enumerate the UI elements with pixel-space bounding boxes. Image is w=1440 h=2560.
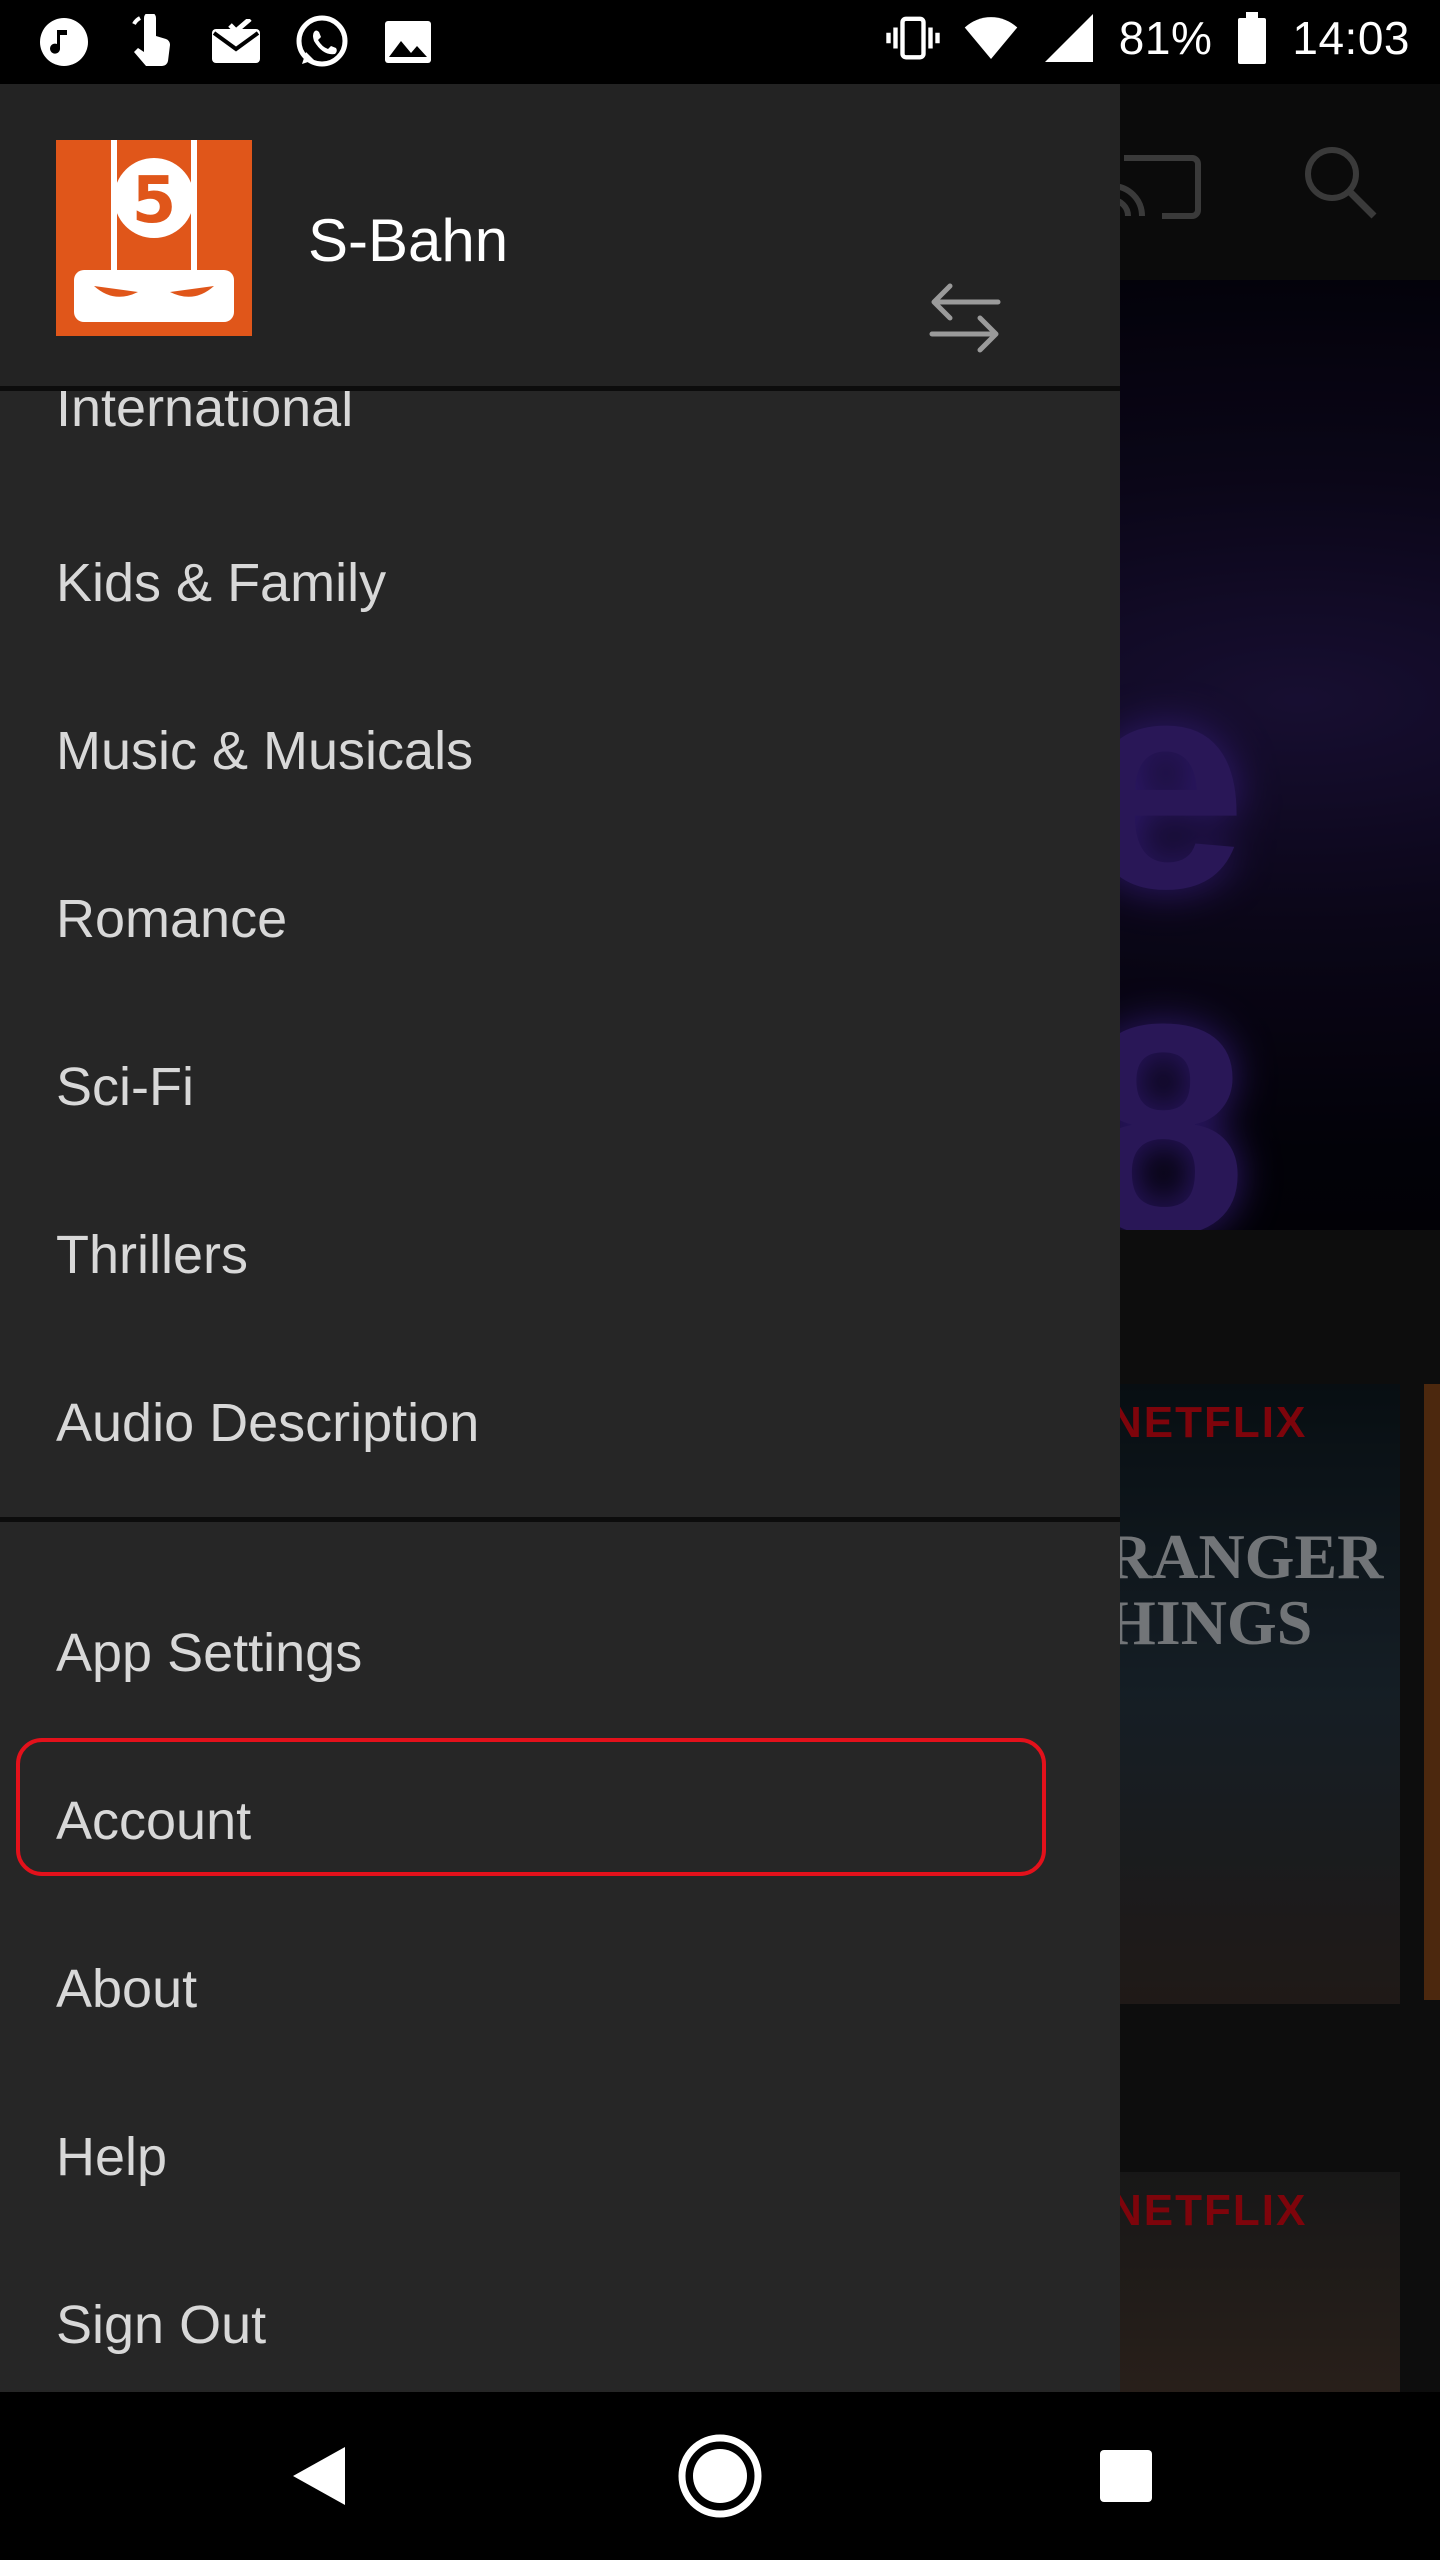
- menu-item-label: Sci-Fi: [56, 1057, 194, 1117]
- menu-item-thrillers[interactable]: Thrillers: [0, 1171, 1120, 1339]
- mail-check-icon: [208, 14, 264, 70]
- menu-item-app-settings[interactable]: App Settings: [0, 1569, 1120, 1737]
- menu-divider: [0, 1517, 1120, 1522]
- switch-profile-icon[interactable]: [920, 274, 1010, 364]
- home-icon[interactable]: [670, 2426, 770, 2526]
- menu-item-label: Sign Out: [56, 2295, 267, 2355]
- clock: 14:03: [1292, 12, 1410, 64]
- menu-item-label: App Settings: [56, 1623, 363, 1683]
- menu-item-romance[interactable]: Romance: [0, 835, 1120, 1003]
- menu-item-sci-fi[interactable]: Sci-Fi: [0, 1003, 1120, 1171]
- vibrate-icon: [885, 10, 941, 66]
- image-icon: [380, 14, 436, 70]
- notification-icons: [36, 14, 436, 70]
- signal-icon: [1041, 10, 1097, 66]
- music-icon: [36, 14, 92, 70]
- screen: 81% 14:03 e 8 NETFLIX RANGER HINGS NETFL…: [0, 0, 1440, 2560]
- battery-icon: [1234, 10, 1270, 66]
- battery-percent: 81%: [1118, 12, 1213, 64]
- drawer-header: 5 S-Bahn: [0, 84, 1120, 391]
- system-icons: 81% 14:03: [885, 10, 1410, 66]
- menu-item-kids-family[interactable]: Kids & Family: [0, 499, 1120, 667]
- account-highlight-outline: [16, 1738, 1046, 1876]
- system-navigation-bar: [0, 2392, 1440, 2560]
- status-bar: 81% 14:03: [0, 0, 1440, 84]
- wifi-icon: [963, 10, 1019, 66]
- profile-avatar[interactable]: 5: [56, 140, 252, 336]
- menu-item-label: Audio Description: [56, 1393, 480, 1453]
- profile-name[interactable]: S-Bahn: [308, 206, 508, 275]
- recents-icon[interactable]: [1076, 2426, 1176, 2526]
- menu-item-label: Thrillers: [56, 1225, 249, 1285]
- svg-text:5: 5: [132, 164, 177, 238]
- touch-icon: [122, 14, 178, 70]
- menu-item-music-musicals[interactable]: Music & Musicals: [0, 667, 1120, 835]
- menu-item-audio-description[interactable]: Audio Description: [0, 1339, 1120, 1507]
- back-icon[interactable]: [268, 2426, 368, 2526]
- menu-item-label: Romance: [56, 889, 288, 949]
- menu-item-about[interactable]: About: [0, 1905, 1120, 2073]
- menu-item-label: Kids & Family: [56, 553, 387, 613]
- menu-item-label: About: [56, 1959, 198, 2019]
- whatsapp-icon: [294, 14, 350, 70]
- menu-item-label: Music & Musicals: [56, 721, 474, 781]
- navigation-drawer: 5 S-Bahn International Kids & Family Mus…: [0, 84, 1120, 2392]
- menu-item-help[interactable]: Help: [0, 2073, 1120, 2241]
- menu-item-label: Help: [56, 2127, 168, 2187]
- menu-item-sign-out[interactable]: Sign Out: [0, 2241, 1120, 2392]
